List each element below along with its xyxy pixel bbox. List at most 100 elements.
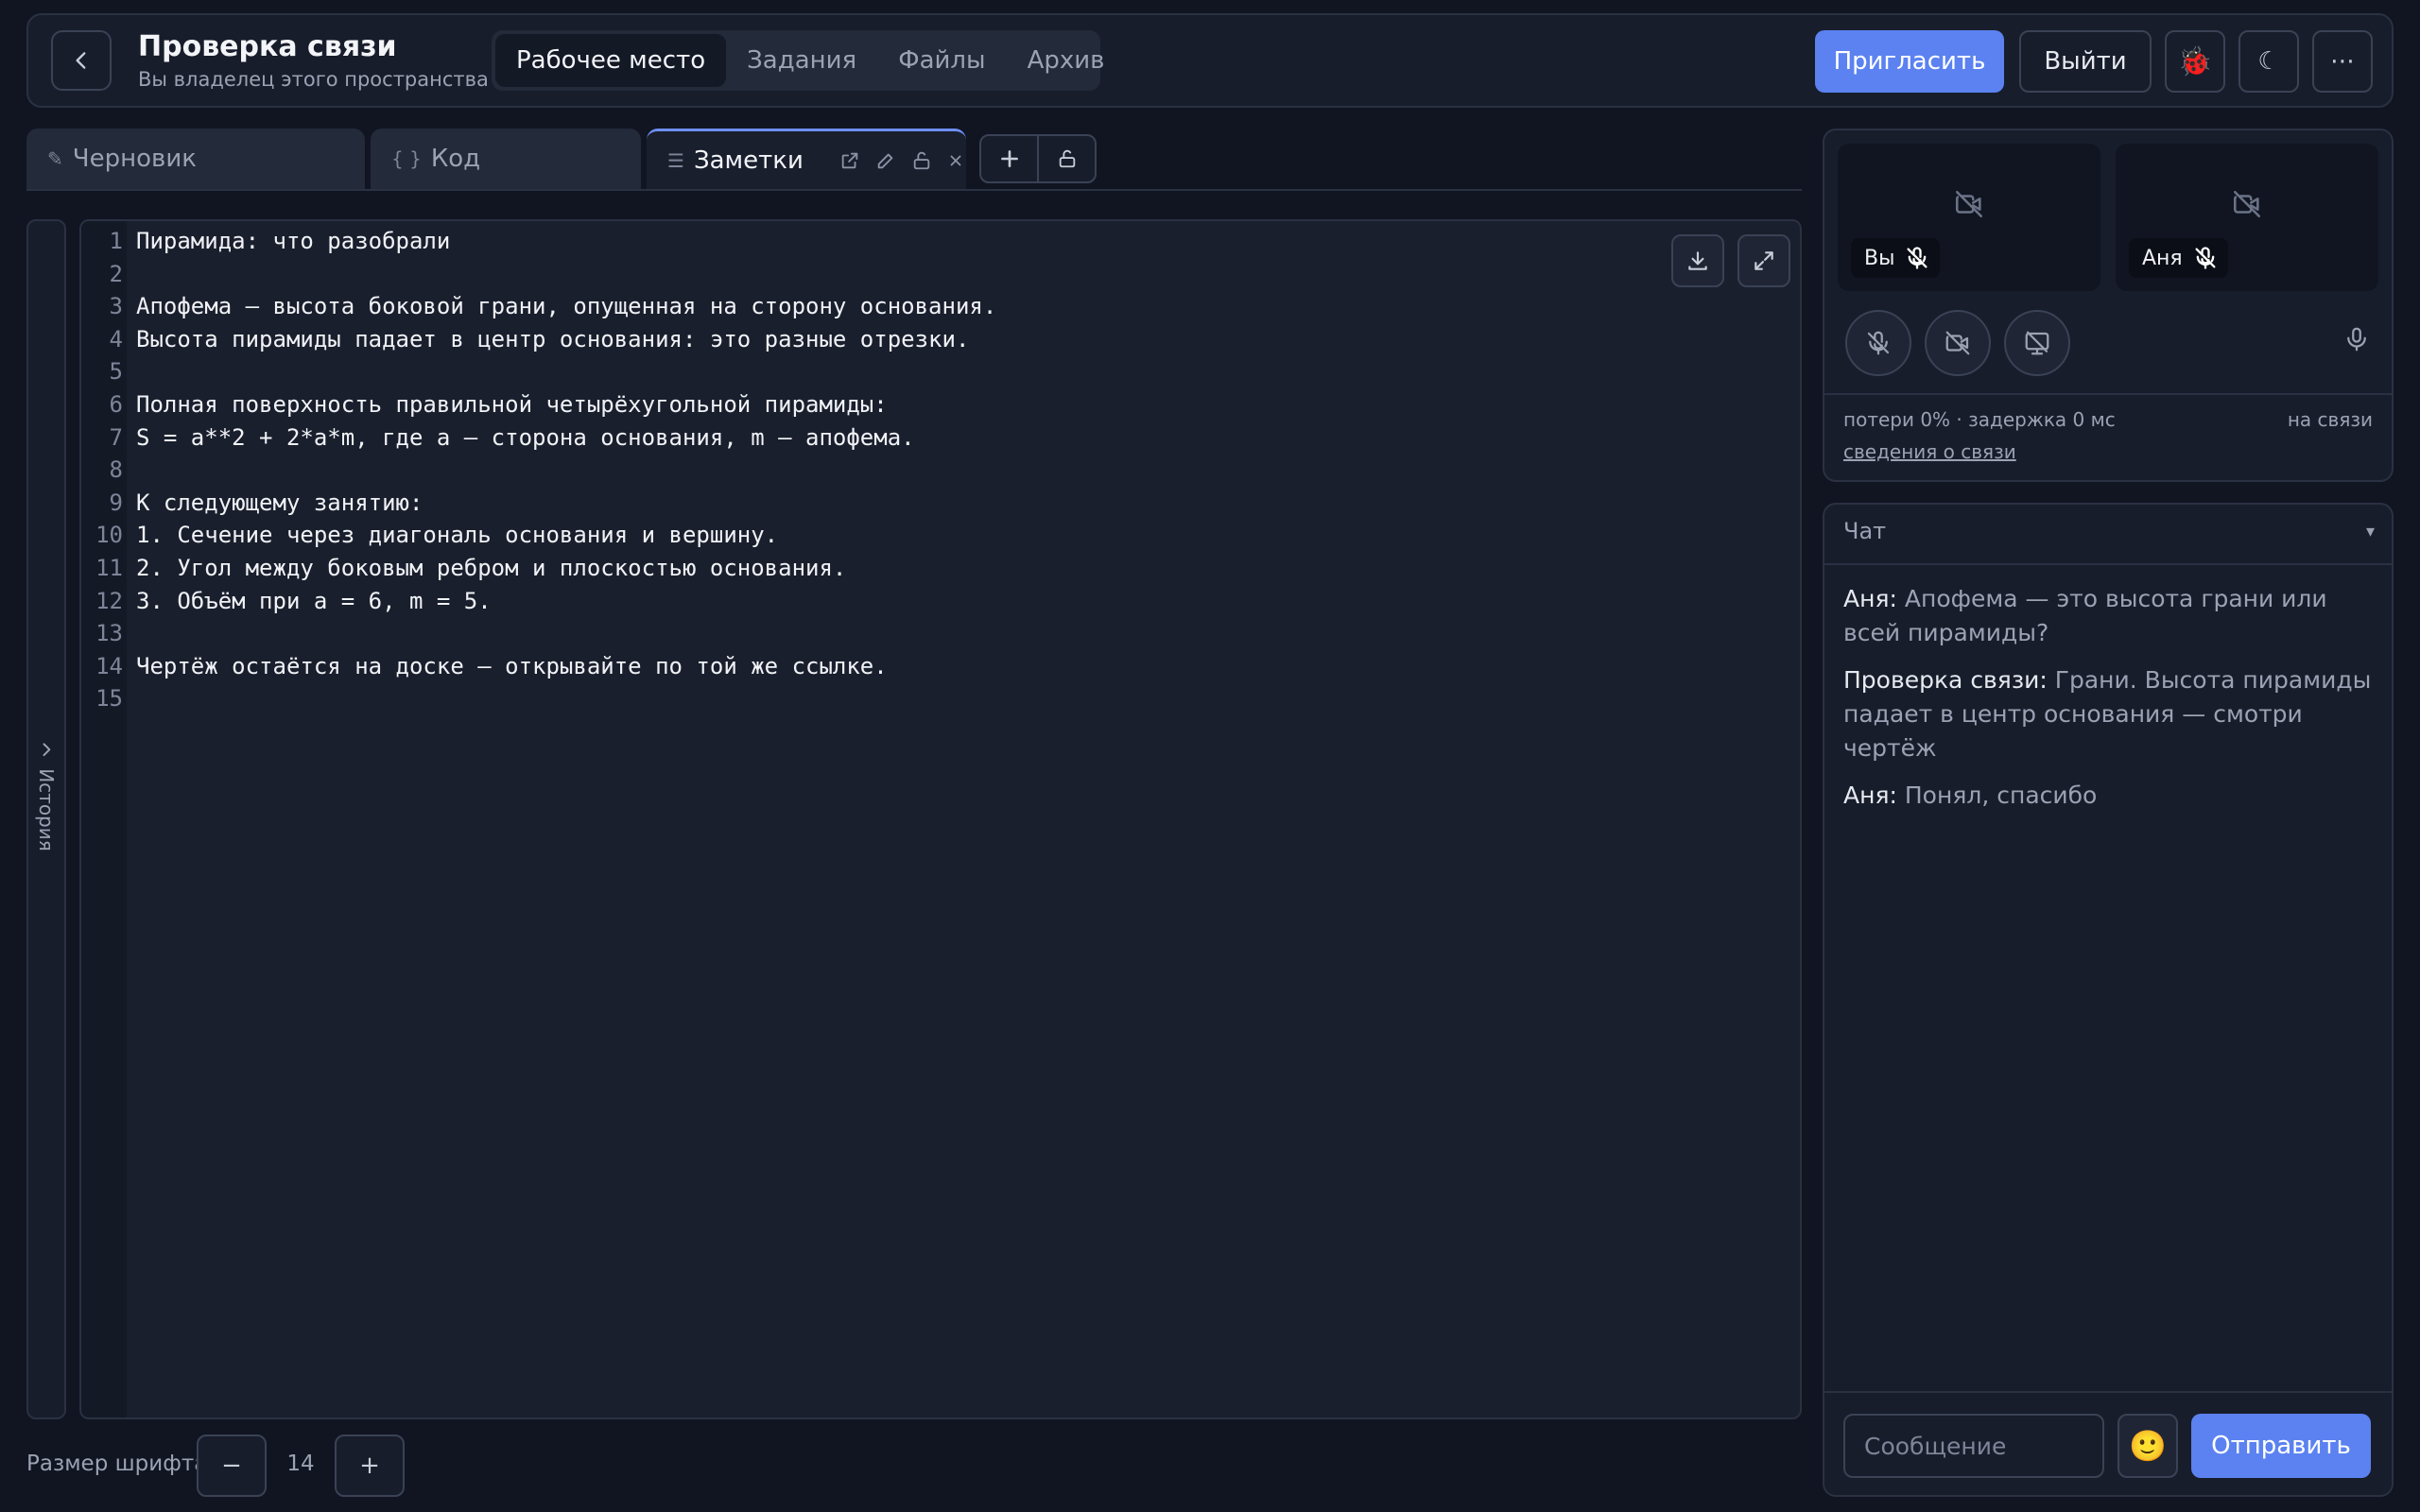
line-number: 6 [109,390,123,418]
chevron-right-icon [43,743,51,756]
line-number: 1 [109,228,123,254]
code-line[interactable]: 8 [81,454,996,487]
video-panel: Вы Аня потери 0% · задержка 0 мс на связ… [1823,129,2394,482]
plus-icon [1000,150,1018,167]
nav-archive[interactable]: Архив [1007,34,1126,87]
message-text: Понял, спасибо [1904,782,2098,809]
close-icon[interactable] [947,152,964,169]
bug-report-button[interactable]: 🐞 [2165,30,2225,93]
history-toggle[interactable]: История [26,219,66,1419]
chat-collapse-icon[interactable]: ▾ [2366,522,2375,541]
font-size-decrease-button[interactable]: − [197,1435,267,1497]
code-line[interactable]: 13 [81,617,996,650]
video-tile-anya: Аня [2116,144,2378,291]
line-text[interactable]: Апофема — высота боковой грани, опущенна… [123,290,996,323]
line-text[interactable]: 2. Угол между боковым ребром и плоскость… [123,552,846,585]
line-text[interactable]: S = a**2 + 2*a*m, где a — сторона основа… [123,421,915,455]
line-text[interactable] [123,258,136,291]
nav-assignments[interactable]: Задания [726,34,877,87]
theme-toggle-button[interactable]: ☾ [2238,30,2299,93]
chat-title: Чат [1843,518,1887,544]
chat-footer-divider [1824,1391,2392,1393]
download-button[interactable] [1671,234,1724,287]
tabs-divider [26,189,1802,191]
nav-workspace[interactable]: Рабочее место [495,34,727,87]
mic-settings-button[interactable] [2342,325,2371,353]
send-button[interactable]: Отправить [2191,1414,2371,1478]
mic-off-icon [1867,331,1890,355]
main-nav: Рабочее место Задания Файлы Архив [492,30,1104,91]
line-number: 9 [109,489,123,516]
font-size-label: Размер шрифта [26,1452,208,1476]
camera-off-icon [1945,331,1970,355]
code-line[interactable]: 11 2. Угол между боковым ребром и плоскос… [81,552,996,585]
chat-message: Проверка связи: Грани. Высота пирамиды п… [1843,663,2378,765]
line-text[interactable]: К следующему занятию: [123,487,423,520]
line-number: 3 [109,293,123,320]
toggle-mic-button[interactable] [1845,310,1911,376]
unlock-tabs-button[interactable] [1039,136,1095,181]
connection-status: на связи [2287,408,2373,431]
line-text[interactable]: Пирамида: что разобрали [123,225,450,258]
code-line[interactable]: 9К следующему занятию: [81,487,996,520]
chat-messages: Аня: Апофема — это высота грани или всей… [1843,582,2378,826]
font-size-increase-button[interactable]: + [335,1435,405,1497]
invite-button[interactable]: Пригласить [1815,30,2004,93]
tab-notes-label: Заметки [693,146,804,175]
line-number: 15 [95,685,123,713]
tab-code[interactable]: { } Код [371,129,641,189]
code-line[interactable]: 4 Высота пирамиды падает в центр основани… [81,323,996,356]
code-line[interactable]: 6 Полная поверхность правильной четырёхуг… [81,388,996,421]
line-number: 14 [95,652,123,679]
fullscreen-button[interactable] [1737,234,1790,287]
moon-icon: ☾ [2257,47,2280,76]
code-line[interactable]: 10 1. Сечение через диагональ основания и… [81,519,996,552]
participant-name: Аня [2142,246,2183,270]
participant-name: Вы [1864,246,1895,270]
line-text[interactable] [123,454,136,487]
notes-editor[interactable]: 1 Пирамида: что разобрали 2 3 Апофема — высо… [79,219,1802,1419]
line-text[interactable]: 3. Объём при a = 6, m = 5. [123,585,492,618]
line-text[interactable]: Чертёж остаётся на доске — открывайте по… [123,650,888,683]
expand-icon [1754,251,1773,270]
line-text[interactable] [123,355,136,388]
line-text[interactable] [123,617,136,650]
emoji-button[interactable]: 🙂 [2118,1414,2178,1478]
pencil-icon: ✎ [47,147,63,170]
tab-notes[interactable]: ☰ Заметки [647,129,966,189]
line-text[interactable]: 1. Сечение через диагональ основания и в… [123,519,778,552]
logout-button[interactable]: Выйти [2019,30,2152,93]
chevron-left-icon [76,52,86,69]
history-label: История [35,767,58,851]
bug-icon: 🐞 [2177,44,2213,78]
line-number: 10 [95,522,123,549]
external-link-icon[interactable] [839,150,860,171]
code-line[interactable]: 5 [81,355,996,388]
tab-draft[interactable]: ✎ Черновик [26,129,365,189]
edit-icon[interactable] [875,150,896,171]
code-line[interactable]: 15 [81,682,996,715]
back-button[interactable] [51,30,112,91]
unlock-icon[interactable] [911,150,932,171]
add-tab-button[interactable] [981,136,1039,181]
line-text[interactable] [123,682,136,715]
participant-name-chip: Аня [2129,238,2228,278]
message-author: Аня: [1843,782,1897,809]
code-line[interactable]: 14 Чертёж остаётся на доске — открывайте … [81,650,996,683]
toggle-camera-button[interactable] [1925,310,1991,376]
tab-notes-tools [839,150,964,171]
nav-files[interactable]: Файлы [877,34,1006,87]
more-menu-button[interactable]: ⋯ [2312,30,2373,93]
code-line[interactable]: 7S = a**2 + 2*a*m, где a — сторона основ… [81,421,996,455]
code-line[interactable]: 3 Апофема — высота боковой грани, опущенн… [81,290,997,323]
connection-details-link[interactable]: сведения о связи [1843,440,2016,463]
code-line[interactable]: 2 [81,258,996,291]
line-text[interactable]: Высота пирамиды падает в центр основания… [123,323,969,356]
toggle-screen-share-button[interactable] [2004,310,2070,376]
tab-code-label: Код [430,145,481,173]
line-text[interactable]: Полная поверхность правильной четырёхуго… [123,388,888,421]
code-line[interactable]: 12 3. Объём при a = 6, m = 5. [81,585,996,618]
code-line[interactable]: 1 Пирамида: что разобрали [81,225,996,258]
chat-message-input[interactable] [1843,1414,2104,1478]
code-lines[interactable]: 1 Пирамида: что разобрали 2 3 Апофема — высо… [81,225,996,715]
